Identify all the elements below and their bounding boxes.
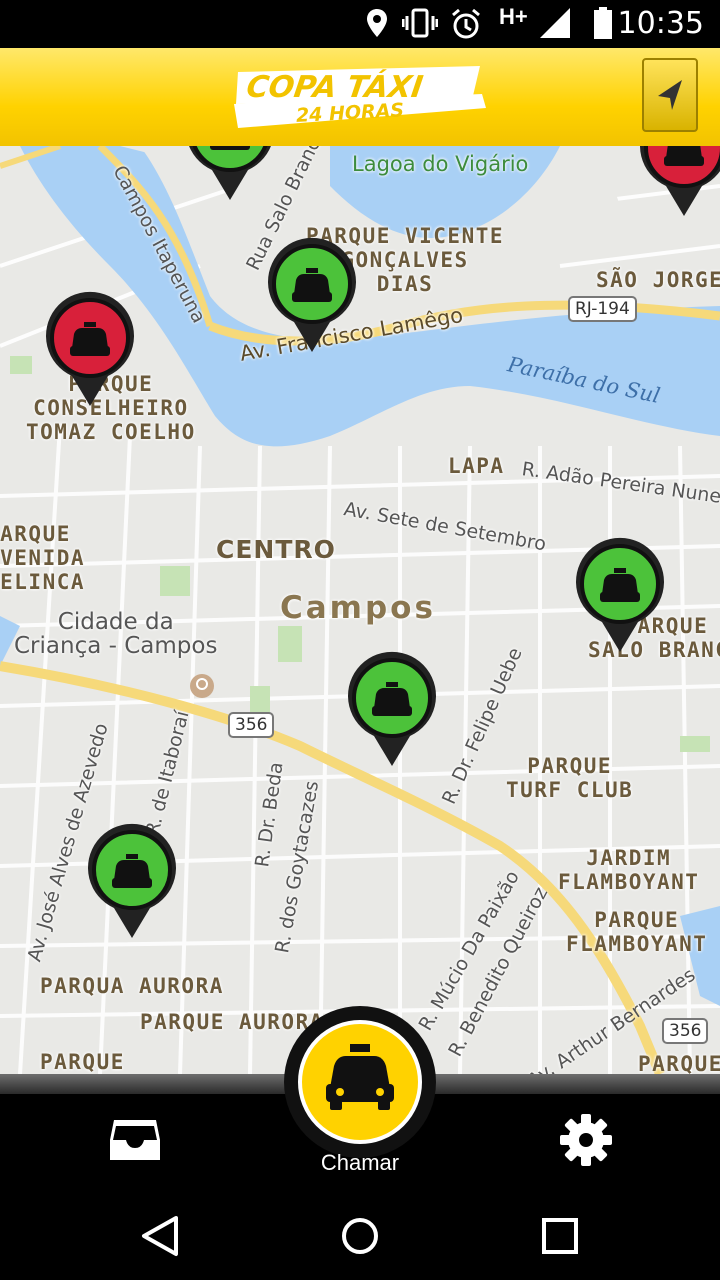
neighborhood-label: JARDIM FLAMBOYANT xyxy=(558,846,700,894)
district-label: CENTRO xyxy=(216,535,336,564)
status-bar: H+ 10:35 xyxy=(0,0,720,48)
taxi-marker-available[interactable] xyxy=(182,146,278,202)
highway-shield: 356 xyxy=(228,712,275,738)
inbox-icon[interactable] xyxy=(108,1116,162,1164)
poi-icon xyxy=(190,674,214,698)
neighborhood-label: PARQUA AURORA xyxy=(40,974,224,998)
my-location-button[interactable] xyxy=(642,58,698,132)
highway-shield: 356 xyxy=(662,1018,709,1044)
taxi-marker-busy[interactable] xyxy=(636,146,720,218)
svg-text:24 HORAS: 24 HORAS xyxy=(295,99,404,127)
taxi-marker-available[interactable] xyxy=(572,536,668,654)
network-type: H+ xyxy=(499,4,528,29)
home-icon[interactable] xyxy=(330,1208,390,1264)
city-label: Campos xyxy=(280,590,436,626)
neighborhood-label: PARQUE xyxy=(40,1050,125,1074)
lagoon-label: Lagoa do Vigário xyxy=(352,152,529,176)
taxi-marker-busy[interactable] xyxy=(42,290,138,408)
neighborhood-label: PARQUE FLAMBOYANT xyxy=(566,908,708,956)
clock: 10:35 xyxy=(617,6,704,41)
neighborhood-label: SÃO JORGE xyxy=(596,268,720,292)
taxi-marker-available[interactable] xyxy=(264,236,360,354)
taxi-marker-available[interactable] xyxy=(84,822,180,940)
call-label: Chamar xyxy=(320,1150,400,1175)
taxi-marker-available[interactable] xyxy=(344,650,440,768)
call-taxi-button[interactable] xyxy=(282,1004,438,1160)
navigate-arrow-icon xyxy=(658,80,682,110)
back-icon[interactable] xyxy=(130,1208,190,1264)
poi-label: Cidade da Criança - Campos xyxy=(14,609,218,659)
app-logo: COPA TÁXI 24 HORAS xyxy=(234,66,486,128)
vibrate-icon xyxy=(402,8,438,38)
neighborhood-label: PARQUE AVENIDA PELINCA xyxy=(0,522,86,594)
neighborhood-label: PARQUE TURF CLUB xyxy=(506,754,634,802)
map-view[interactable]: Lagoa do Vigário PARQUE VICENTE GONÇALVE… xyxy=(0,146,720,1074)
system-nav-bar xyxy=(0,1192,720,1280)
location-icon xyxy=(367,9,387,37)
recents-icon[interactable] xyxy=(530,1208,590,1264)
neighborhood-label: LAPA xyxy=(448,454,505,478)
gear-icon[interactable] xyxy=(558,1112,614,1168)
neighborhood-label: PARQUE xyxy=(638,1052,720,1074)
battery-icon xyxy=(594,7,612,39)
signal-icon xyxy=(540,8,570,38)
highway-shield: RJ-194 xyxy=(568,296,637,322)
alarm-icon xyxy=(452,8,480,39)
